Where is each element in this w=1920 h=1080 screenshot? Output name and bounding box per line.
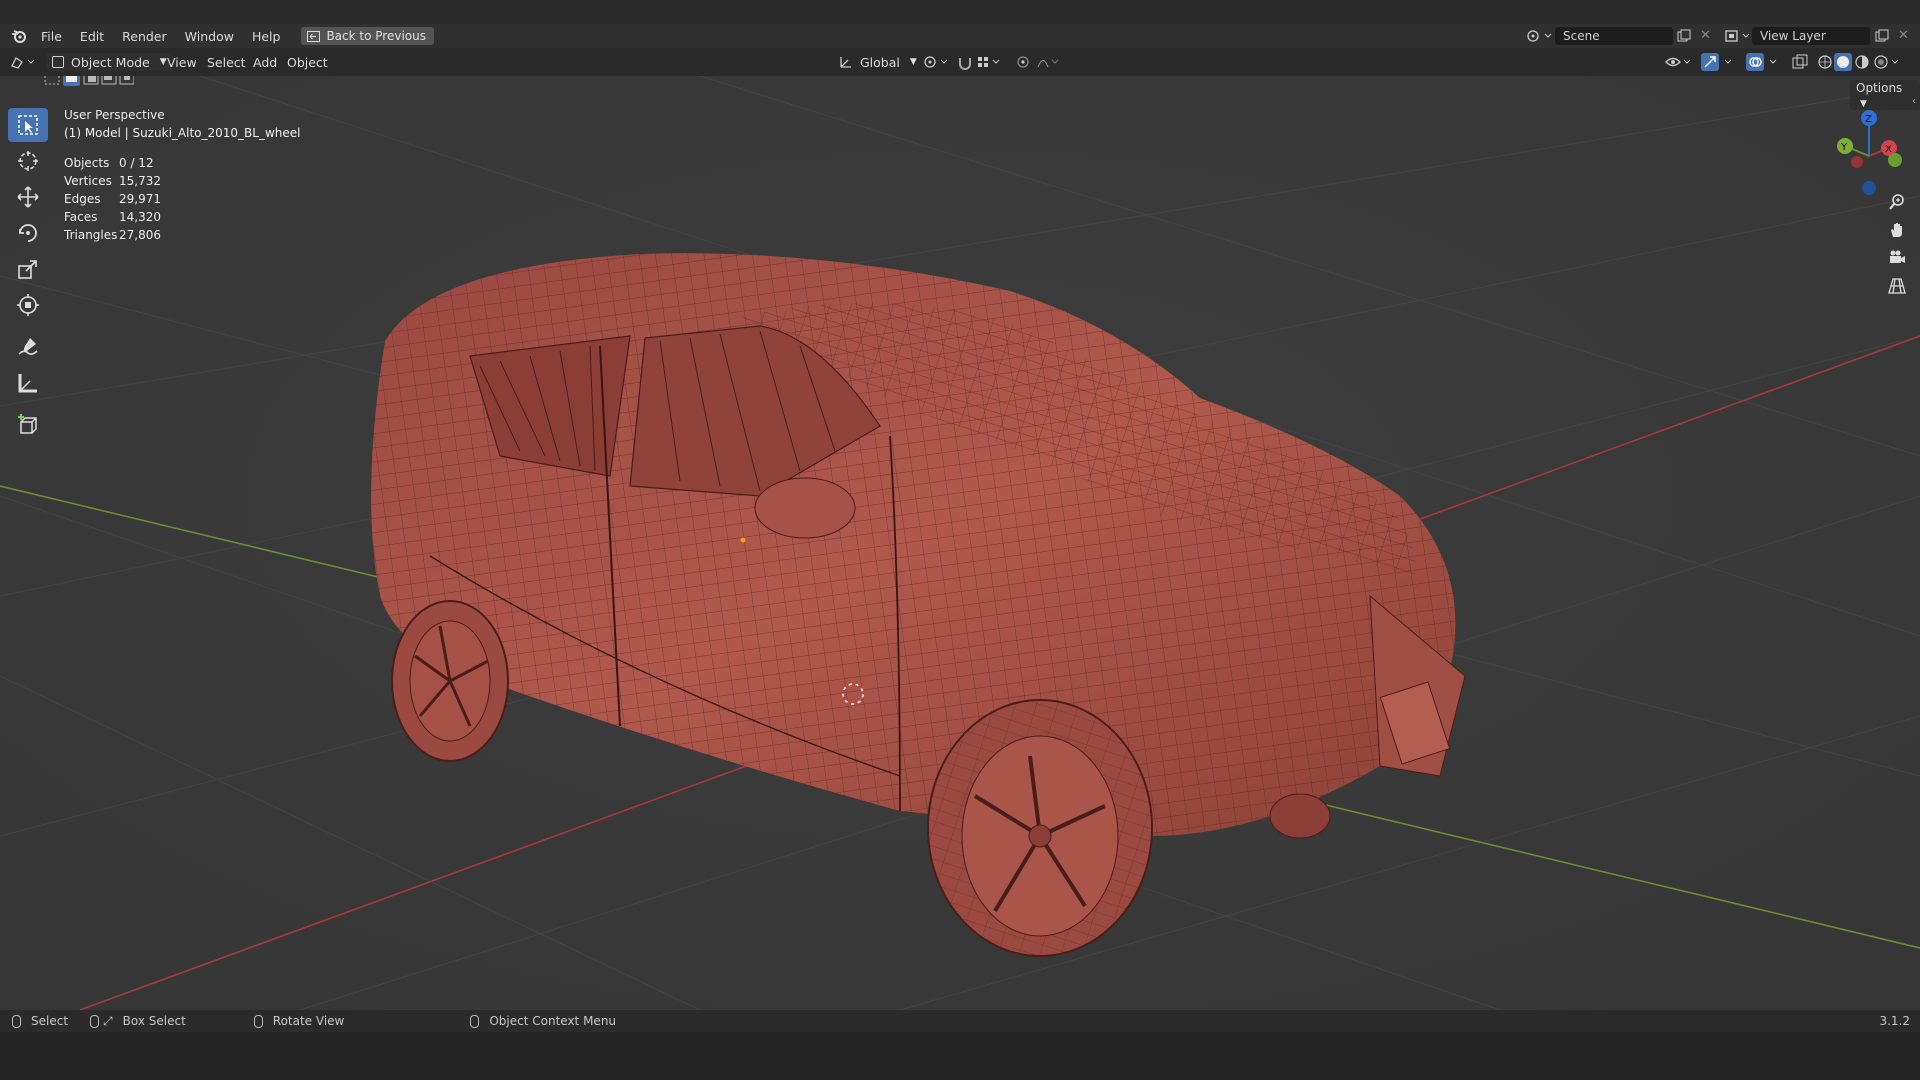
editor-type-icon[interactable]	[10, 53, 38, 71]
overlays-toggle-icon[interactable]	[1746, 53, 1782, 71]
menu-edit[interactable]: Edit	[71, 29, 113, 44]
chevron-down-icon: ▼	[159, 57, 167, 67]
xray-toggle-icon[interactable]	[1792, 53, 1808, 71]
delete-scene-icon[interactable]: ✕	[1700, 28, 1711, 43]
scale-tool[interactable]	[8, 252, 48, 286]
status-bar: Select ⤢ Box Select Rotate View Object C…	[0, 1010, 1920, 1032]
bottom-area	[0, 1032, 1920, 1080]
object-mode-label: Object Mode	[71, 54, 150, 70]
transform-tool[interactable]	[8, 288, 48, 322]
menu-file[interactable]: File	[32, 29, 71, 44]
orientation-label: Global	[860, 54, 900, 70]
menu-render[interactable]: Render	[113, 29, 176, 44]
object-mode-icon	[52, 56, 64, 68]
scene-canvas	[0, 76, 1920, 1010]
rotate-tool[interactable]	[8, 216, 48, 250]
stat-row: Faces 14,320	[64, 210, 161, 224]
zoom-icon[interactable]	[1883, 188, 1911, 216]
header-menu-view[interactable]: View	[167, 53, 197, 71]
pivot-point-icon[interactable]	[922, 53, 952, 71]
scene-statistics: Objects 0 / 12 Vertices 15,732 Edges 29,971…	[64, 154, 161, 244]
window-top-strip	[0, 0, 1920, 24]
snap-icon[interactable]	[957, 53, 1005, 71]
select-box-icon	[18, 115, 38, 135]
stat-row: Triangles 27,806	[64, 228, 161, 242]
menu-window[interactable]: Window	[176, 29, 243, 44]
view-layer-label: View Layer	[1760, 29, 1826, 43]
gizmo-z-label: Z	[1865, 114, 1872, 125]
gizmo-x-label: X	[1885, 144, 1892, 155]
header-menu-select[interactable]: Select	[207, 53, 246, 71]
navigation-gizmo[interactable]: Z X Y	[1825, 106, 1905, 196]
measure-tool[interactable]	[8, 366, 48, 400]
viewport-nav-buttons	[1883, 188, 1911, 300]
mouse-drag-icon	[90, 1014, 100, 1028]
selection-mode-buttons[interactable]	[44, 76, 134, 86]
transform-orientation-dropdown[interactable]: Global ▼	[838, 53, 917, 71]
blender-logo-icon[interactable]	[6, 25, 32, 47]
options-label: Options	[1856, 81, 1903, 95]
scene-browse-icon[interactable]	[1526, 28, 1554, 47]
status-rotate-hint: Rotate View	[253, 1014, 344, 1028]
chevron-down-icon: ▼	[909, 57, 917, 67]
back-button-label: Back to Previous	[326, 29, 426, 43]
gizmo-y-label: Y	[1840, 142, 1848, 153]
transform-icon	[17, 294, 39, 316]
mouse-left-icon	[12, 1014, 21, 1028]
viewport-header: Object Mode ▼ View Select Add Object Glo…	[0, 48, 1920, 76]
version-label: 3.1.2	[1879, 1014, 1910, 1028]
annotate-pen-icon	[18, 338, 38, 355]
status-box-select-hint: ⤢ Box Select	[90, 1014, 186, 1029]
perspective-toggle-icon[interactable]	[1883, 272, 1911, 300]
view-layer-field[interactable]: View Layer	[1752, 27, 1870, 45]
new-scene-icon[interactable]	[1677, 29, 1691, 46]
view-layer-browse-icon[interactable]	[1724, 28, 1752, 47]
move-icon	[17, 186, 39, 208]
object-mode-dropdown[interactable]: Object Mode ▼	[46, 53, 173, 71]
mouse-middle-icon	[253, 1014, 263, 1028]
stat-row: Edges 29,971	[64, 192, 161, 206]
annotate-tool[interactable]	[8, 330, 48, 364]
scene-name-label: Scene	[1563, 29, 1600, 43]
add-cube-icon	[18, 414, 37, 434]
back-to-previous-button[interactable]: Back to Previous	[301, 27, 434, 45]
camera-view-icon[interactable]	[1883, 244, 1911, 272]
scale-icon	[18, 260, 37, 279]
object-origin-dot	[740, 537, 746, 543]
move-tool[interactable]	[8, 180, 48, 214]
tool-shelf	[8, 108, 48, 444]
stat-row: Objects 0 / 12	[64, 156, 154, 170]
menu-help[interactable]: Help	[243, 29, 290, 44]
active-object-label: (1) Model | Suzuki_Alto_2010_BL_wheel	[64, 126, 301, 140]
mouse-right-icon	[470, 1014, 480, 1028]
top-menu-bar: File Edit Render Window Help Back to Pre…	[0, 24, 1920, 48]
status-context-hint: Object Context Menu	[470, 1014, 616, 1028]
pan-hand-icon[interactable]	[1883, 216, 1911, 244]
proportional-editing-icon[interactable]	[1016, 53, 1062, 71]
3d-viewport[interactable]: User Perspective (1) Model | Suzuki_Alto…	[0, 76, 1920, 1010]
cursor-tool[interactable]	[8, 144, 48, 178]
orientation-icon	[840, 57, 851, 68]
visibility-icon[interactable]	[1665, 53, 1695, 71]
measure-ruler-icon	[18, 374, 37, 393]
view-perspective-label: User Perspective	[64, 108, 165, 122]
shading-mode-icons[interactable]	[1816, 53, 1902, 71]
header-menu-add[interactable]: Add	[253, 53, 277, 71]
add-cube-tool[interactable]	[8, 408, 48, 442]
header-menu-object[interactable]: Object	[287, 53, 328, 71]
select-box-tool[interactable]	[8, 108, 48, 142]
sidebar-toggle-icon[interactable]: ‹	[1912, 96, 1916, 107]
back-icon	[307, 30, 321, 42]
new-view-layer-icon[interactable]	[1875, 29, 1889, 46]
delete-view-layer-icon[interactable]: ✕	[1898, 28, 1909, 43]
gizmo-toggle-icon[interactable]	[1701, 53, 1737, 71]
rotate-icon	[19, 224, 37, 242]
cursor-icon	[18, 151, 38, 171]
scene-name-field[interactable]: Scene	[1555, 27, 1673, 45]
stat-row: Vertices 15,732	[64, 174, 161, 188]
status-select-hint: Select	[12, 1014, 68, 1028]
